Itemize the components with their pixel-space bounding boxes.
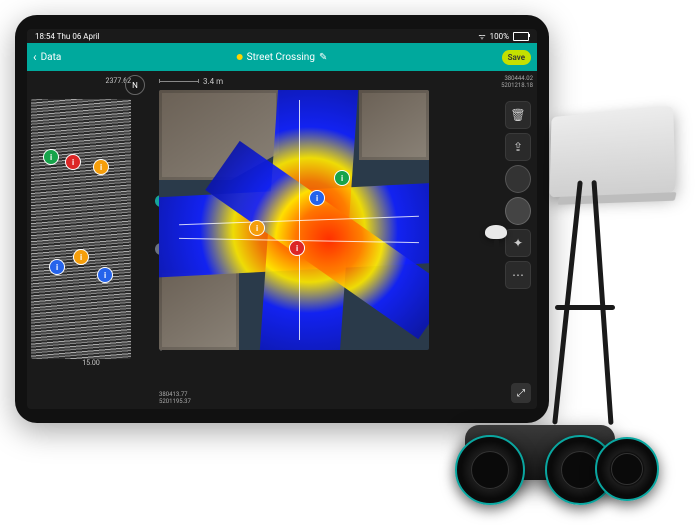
back-label: Data — [41, 52, 62, 63]
title-group[interactable]: Street Crossing ✎ — [237, 52, 328, 63]
utility-line — [299, 100, 300, 340]
wheel-shape — [455, 435, 525, 505]
radargram-view[interactable]: iiiiii — [31, 99, 131, 359]
battery-icon — [513, 32, 529, 41]
pencil-icon: ✎ — [319, 52, 327, 63]
coord-bl-y: 5201195.37 — [159, 398, 191, 405]
right-toolbar: 🗑 ⇪ ✦ ⋯ — [505, 101, 531, 289]
trash-icon[interactable]: 🗑 — [505, 101, 531, 129]
status-time: 18:54 — [35, 32, 55, 41]
radar-pin-red[interactable]: i — [65, 154, 81, 170]
status-right: ᯤ 100% — [478, 31, 529, 42]
map-pin-red[interactable]: i — [289, 240, 305, 256]
handle-shape — [591, 180, 613, 425]
chevron-left-icon: ‹ — [33, 50, 37, 64]
scale-label: 3.4 m — [203, 77, 223, 86]
app-bar: ‹ Data Street Crossing ✎ Save — [27, 43, 537, 71]
status-bar: 18:54 Thu 06 April ᯤ 100% — [27, 29, 537, 43]
map-pin-green[interactable]: i — [334, 170, 350, 186]
battery-pct: 100% — [490, 32, 509, 41]
status-date: Thu 06 April — [57, 32, 100, 41]
gpr-cart-body — [465, 425, 615, 480]
radar-width-value: 15.00 — [31, 359, 151, 367]
building-shape — [359, 90, 429, 160]
share-icon[interactable]: ⇪ — [505, 133, 531, 161]
status-time-date: 18:54 Thu 06 April — [35, 32, 100, 41]
app-screen: 18:54 Thu 06 April ᯤ 100% ‹ Data Street … — [27, 29, 537, 409]
project-title: Street Crossing — [247, 52, 315, 63]
radar-pin-blue[interactable]: i — [49, 259, 65, 275]
radargram-panel: N 2377.62 iiiiii 15.00 — [27, 71, 155, 409]
coords-bottom-left: 380413.77 5201195.37 — [159, 391, 191, 405]
handle-shape — [552, 180, 583, 424]
radar-pin-green[interactable]: i — [43, 149, 59, 165]
coord-tr-y: 5201218.18 — [501, 82, 533, 89]
settings-icon[interactable]: ⋯ — [505, 261, 531, 289]
expand-button[interactable]: ⤢ — [511, 383, 531, 403]
map-view[interactable]: iiii — [159, 90, 429, 350]
content-area: N 2377.62 iiiiii 15.00 0.73 1.00 3.4 m — [27, 71, 537, 409]
building-shape — [159, 270, 239, 350]
layer-b[interactable] — [505, 197, 531, 225]
wifi-icon: ᯤ — [478, 31, 485, 42]
status-dot-icon — [237, 54, 243, 60]
coord-bl-x: 380413.77 — [159, 391, 191, 398]
scale-bar: 3.4 m — [159, 77, 533, 86]
map-pin-yellow[interactable]: i — [249, 220, 265, 236]
laptop-shape — [549, 106, 675, 198]
back-button[interactable]: ‹ Data — [33, 50, 61, 64]
tablet-frame: 18:54 Thu 06 April ᯤ 100% ‹ Data Street … — [15, 15, 549, 423]
compass-icon[interactable]: N — [125, 75, 145, 95]
handle-crossbar — [555, 305, 615, 310]
save-button[interactable]: Save — [502, 50, 531, 65]
wheel-shape — [545, 435, 615, 505]
wheel-shape — [595, 437, 659, 501]
map-panel: 3.4 m 380444.02 5201218.18 iiii — [155, 71, 537, 409]
scale-line-icon — [159, 81, 199, 82]
expand-icon: ⤢ — [517, 388, 525, 399]
radar-pin-blue[interactable]: i — [97, 267, 113, 283]
radar-pin-yellow[interactable]: i — [73, 249, 89, 265]
layer-a[interactable] — [505, 165, 531, 193]
coords-top-right: 380444.02 5201218.18 — [501, 75, 533, 89]
coord-tr-x: 380444.02 — [501, 75, 533, 82]
radar-pin-yellow[interactable]: i — [93, 159, 109, 175]
map-pin-blue[interactable]: i — [309, 190, 325, 206]
tools-icon[interactable]: ✦ — [505, 229, 531, 257]
